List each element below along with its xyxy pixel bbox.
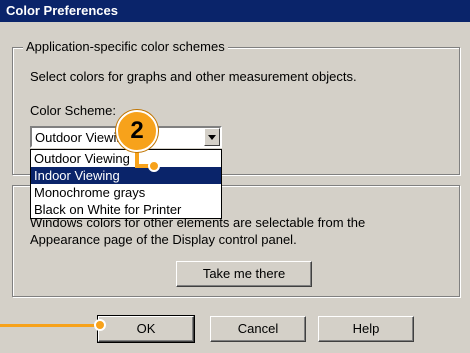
dropdown-option-monochrome-grays[interactable]: Monochrome grays <box>31 184 221 201</box>
windows-colors-text-line2: Appearance page of the Display control p… <box>30 232 297 247</box>
color-scheme-dropdown-list: Outdoor Viewing Indoor Viewing Monochrom… <box>30 149 222 219</box>
app-color-schemes-legend: Application-specific color schemes <box>23 39 228 54</box>
combo-dropdown-button[interactable] <box>204 128 220 146</box>
take-me-there-button[interactable]: Take me there <box>176 261 312 287</box>
color-preferences-dialog: Color Preferences Application-specific c… <box>0 0 470 353</box>
cancel-button[interactable]: Cancel <box>210 316 306 342</box>
dropdown-option-indoor-viewing[interactable]: Indoor Viewing <box>31 167 221 184</box>
callout-number-badge: 2 <box>116 110 158 152</box>
callout-2-target-dot <box>148 160 160 172</box>
ok-button[interactable]: OK <box>97 315 195 343</box>
dropdown-option-black-on-white[interactable]: Black on White for Printer <box>31 201 221 218</box>
color-scheme-label: Color Scheme: <box>30 103 116 118</box>
ok-callout-leader-line <box>0 324 100 327</box>
chevron-down-icon <box>208 134 216 140</box>
app-schemes-description: Select colors for graphs and other measu… <box>30 69 357 84</box>
dropdown-option-outdoor-viewing[interactable]: Outdoor Viewing <box>31 150 221 167</box>
ok-callout-target-dot <box>94 319 106 331</box>
window-title: Color Preferences <box>0 0 470 22</box>
help-button[interactable]: Help <box>318 316 414 342</box>
